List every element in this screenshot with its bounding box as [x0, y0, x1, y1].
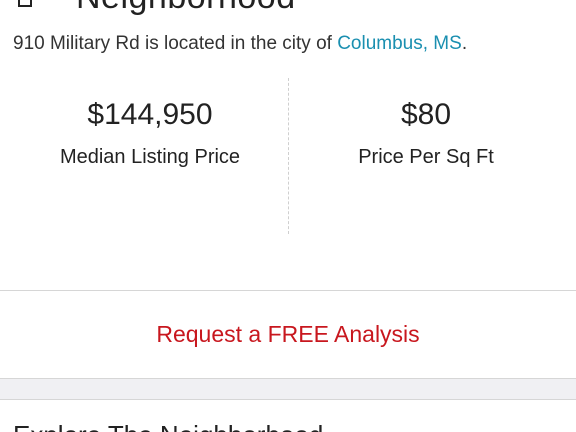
explore-neighborhood-title: Explore The Neighborhood — [13, 420, 323, 432]
median-listing-price-label: Median Listing Price — [59, 146, 241, 168]
section-header: Neighborhood — [14, 0, 296, 17]
median-listing-price-stat: $144,950 Median Listing Price — [6, 78, 294, 170]
price-per-sqft-label: Price Per Sq Ft — [358, 146, 494, 168]
city-link[interactable]: Columbus, MS — [337, 33, 462, 54]
location-suffix: . — [461, 33, 468, 54]
median-listing-price-value: $144,950 — [87, 98, 213, 131]
neighborhood-page: Neighborhood 910 Military Rd is located … — [0, 0, 576, 432]
section-title: Neighborhood — [76, 0, 296, 17]
price-stats: $144,950 Median Listing Price $80 Price … — [0, 78, 576, 234]
section-separator — [0, 378, 576, 400]
price-per-sqft-value: $80 — [400, 98, 452, 131]
request-analysis-label: Request a FREE Analysis — [156, 321, 420, 347]
request-analysis-button[interactable]: Request a FREE Analysis — [0, 291, 576, 378]
location-description: 910 Military Rd is located in the city o… — [13, 33, 467, 55]
home-icon — [14, 0, 36, 8]
location-prefix: 910 Military Rd is located in the city o… — [13, 33, 338, 54]
price-per-sqft-stat: $80 Price Per Sq Ft — [282, 78, 570, 170]
